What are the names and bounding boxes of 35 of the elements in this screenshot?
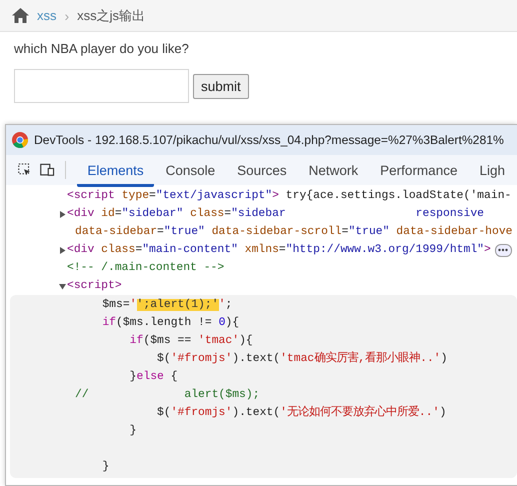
code-line: // alert($ms); — [75, 389, 260, 401]
devtools-tab[interactable]: Elements — [77, 156, 154, 186]
home-icon[interactable] — [12, 8, 29, 23]
question-text: which NBA player do you like? — [14, 41, 190, 56]
devtools-tab[interactable]: Network — [298, 156, 368, 186]
code-line: } — [101, 461, 110, 473]
code-line: if($ms.length != 0){ — [101, 317, 240, 329]
html-line: <script> — [67, 278, 122, 294]
code-line: }else { — [128, 371, 178, 383]
html-line: <div id="sidebar" class="sidebar responsive — [67, 206, 484, 222]
breadcrumb-separator: › — [64, 8, 70, 24]
html-line: <script type="text/javascript"> try{ace.settings.loadState('main- — [67, 188, 512, 204]
breadcrumb-current: xss之js输出 — [77, 6, 146, 24]
code-line: $('#fromjs').text('tmac确实厉害,看那小眼神..') — [156, 353, 448, 365]
code-line: } — [128, 425, 137, 437]
expand-arrow-icon[interactable] — [59, 210, 66, 218]
device-icon[interactable] — [40, 161, 55, 179]
devtools-tab[interactable]: Console — [156, 156, 226, 186]
input-field[interactable] — [14, 69, 189, 103]
code-line: $ms='';alert(1);''; — [101, 299, 232, 311]
expand-arrow-icon[interactable] — [59, 246, 66, 254]
html-line: <div class="main-content" xmlns="http://www.w3.org/1999/html"> — [67, 242, 491, 258]
html-comment: <!-- /.main-content --> — [67, 260, 224, 276]
ellipsis-button[interactable] — [494, 244, 512, 256]
window-title: DevTools - 192.168.5.107/pikachu/vul/xss/xss_04.php?message=%27%3Balert%281% — [34, 133, 504, 147]
devtools-tab[interactable]: Performance — [370, 156, 468, 186]
ellipsis-icon — [498, 248, 508, 252]
code-line: $('#fromjs').text('无论如何不要放弃心中所爱..') — [156, 407, 446, 419]
code-line: if($ms == 'tmac'){ — [128, 335, 253, 347]
devtools-tab[interactable]: Ligh — [469, 156, 515, 186]
circle-logo-icon — [12, 132, 28, 148]
submit-button[interactable]: submit — [193, 74, 249, 98]
expand-arrow-icon[interactable] — [59, 282, 66, 290]
devtools-tab[interactable]: Sources — [227, 156, 297, 186]
html-line: data-sidebar="true" data-sidebar-scroll="true" data-sidebar-hove — [75, 224, 513, 240]
